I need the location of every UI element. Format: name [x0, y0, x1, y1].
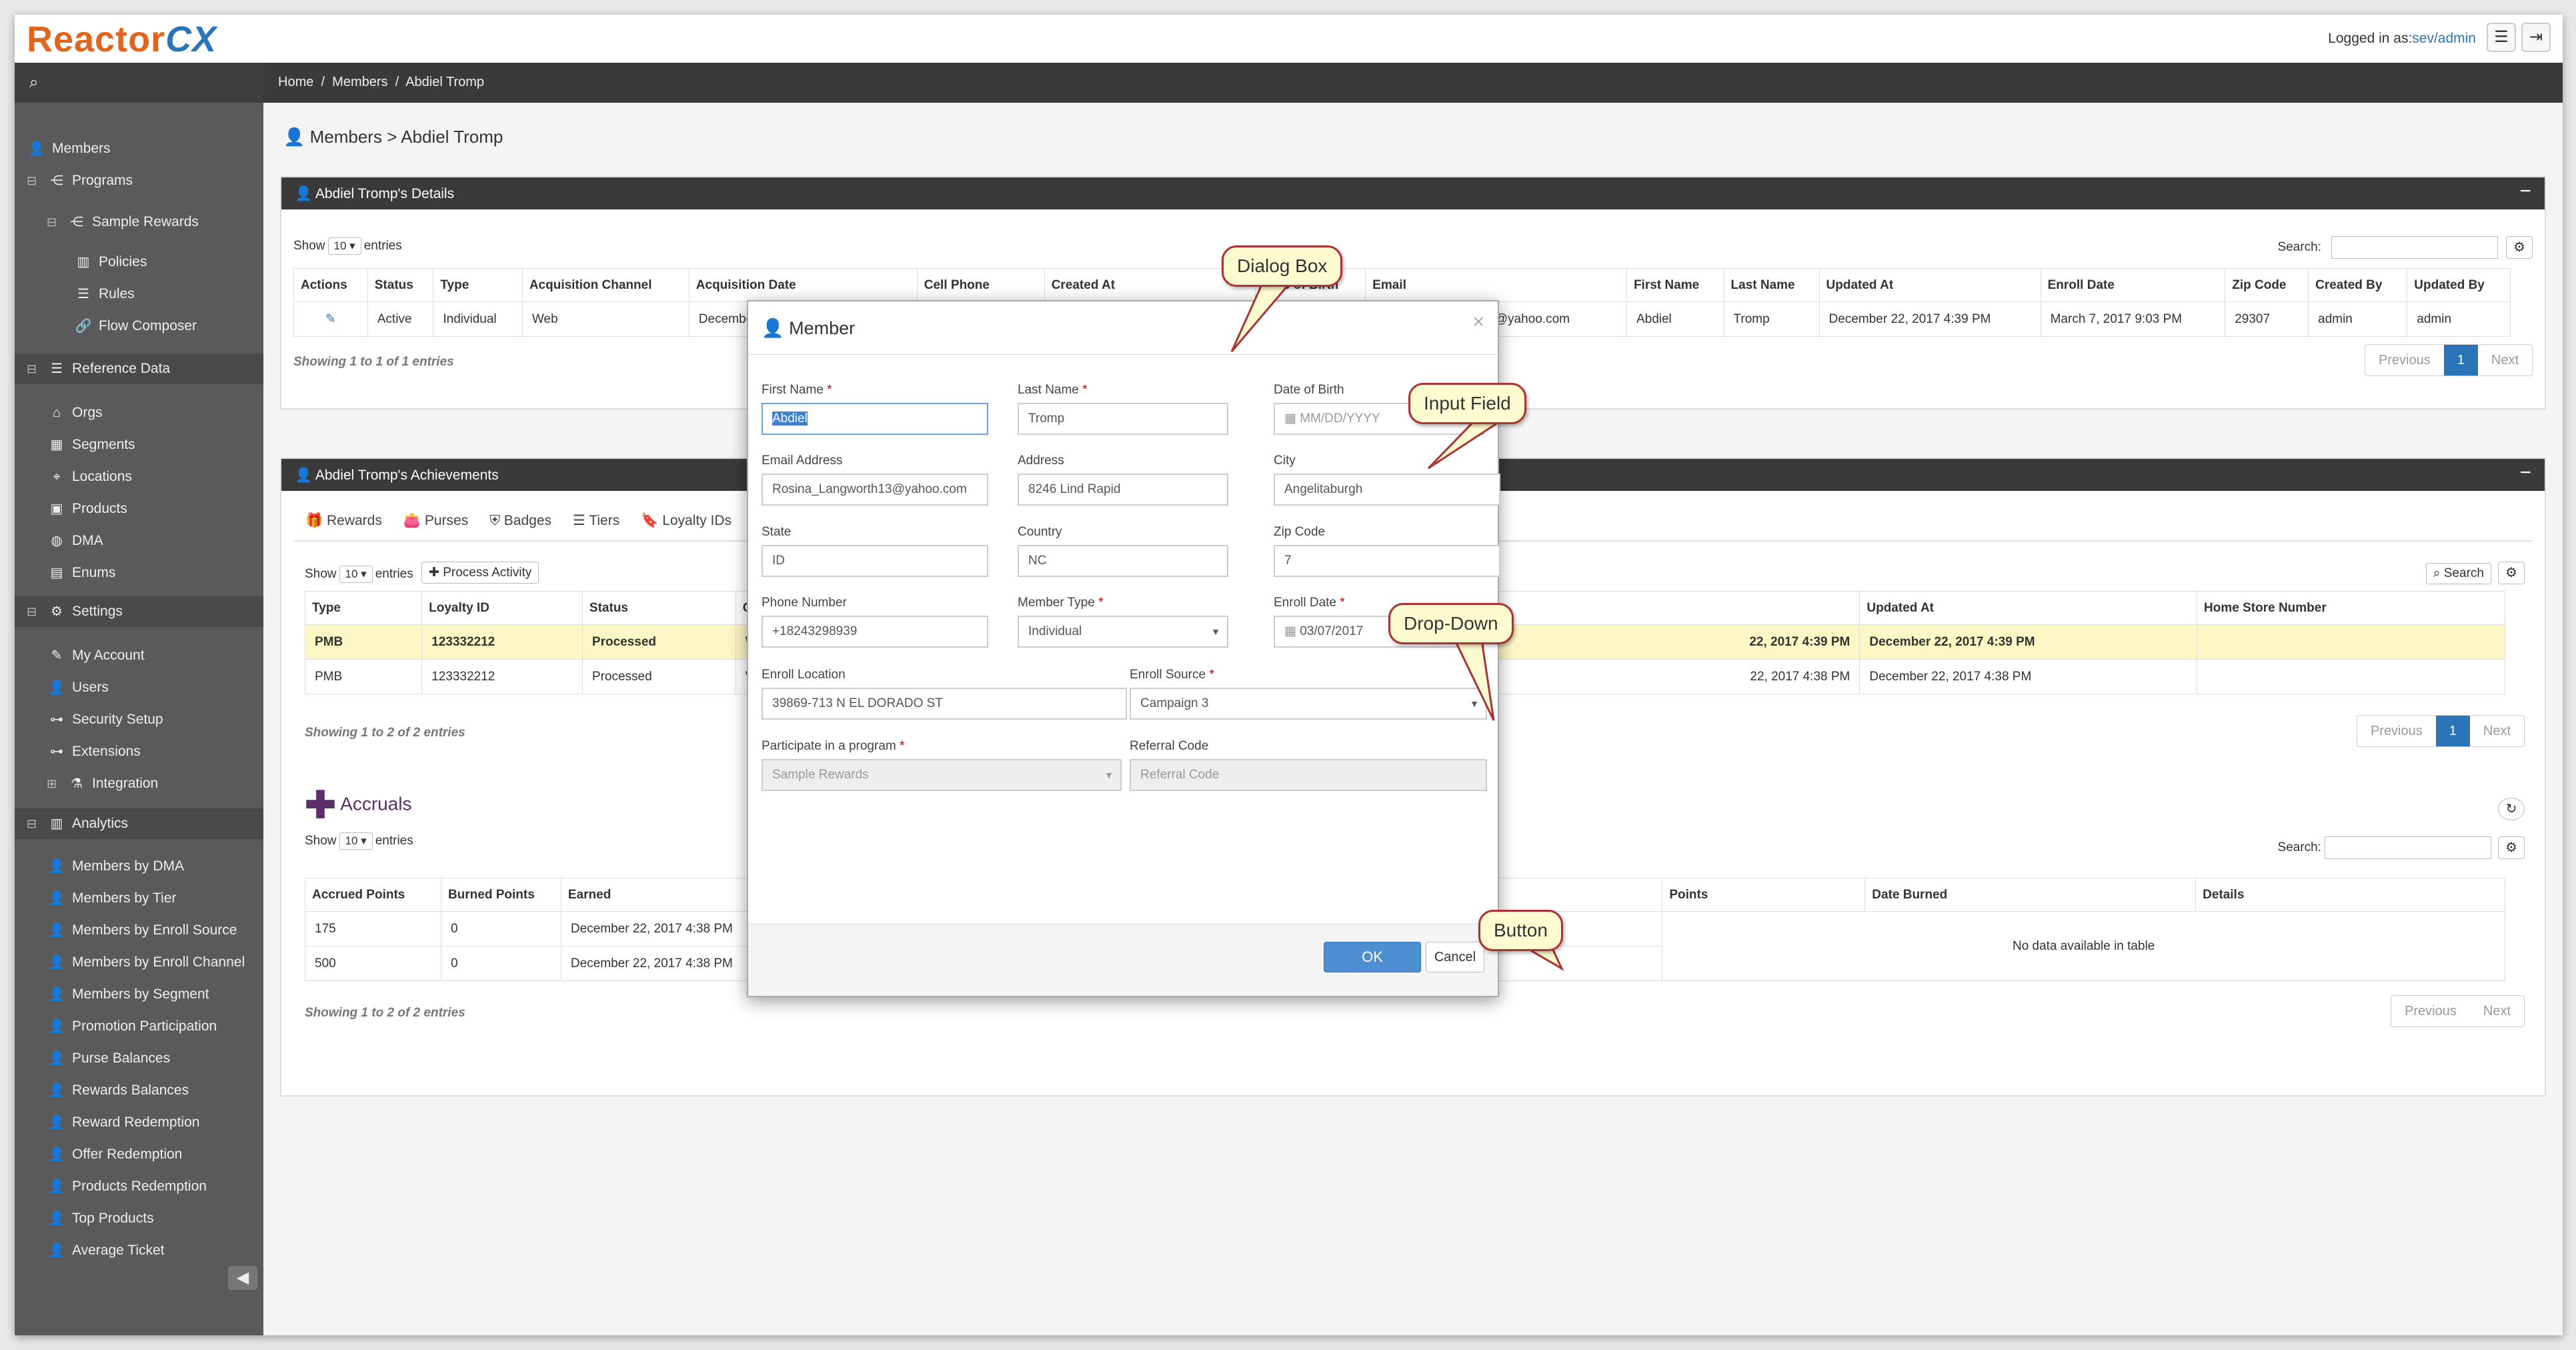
dialog-pointer [1230, 283, 1291, 352]
dropdown-pointer [1453, 639, 1495, 721]
callout-pointers [1230, 283, 1564, 971]
input-pointer [1427, 419, 1506, 470]
callout-dialog: Dialog Box [1222, 245, 1343, 287]
callout-dropdown: Drop-Down [1388, 603, 1514, 644]
app-window: ReactorCX Logged in as:sev/admin ☰ ⇥ ⌕ 👤… [15, 15, 2563, 1335]
callout-input: Input Field [1408, 383, 1526, 424]
callout-button: Button [1478, 910, 1563, 951]
